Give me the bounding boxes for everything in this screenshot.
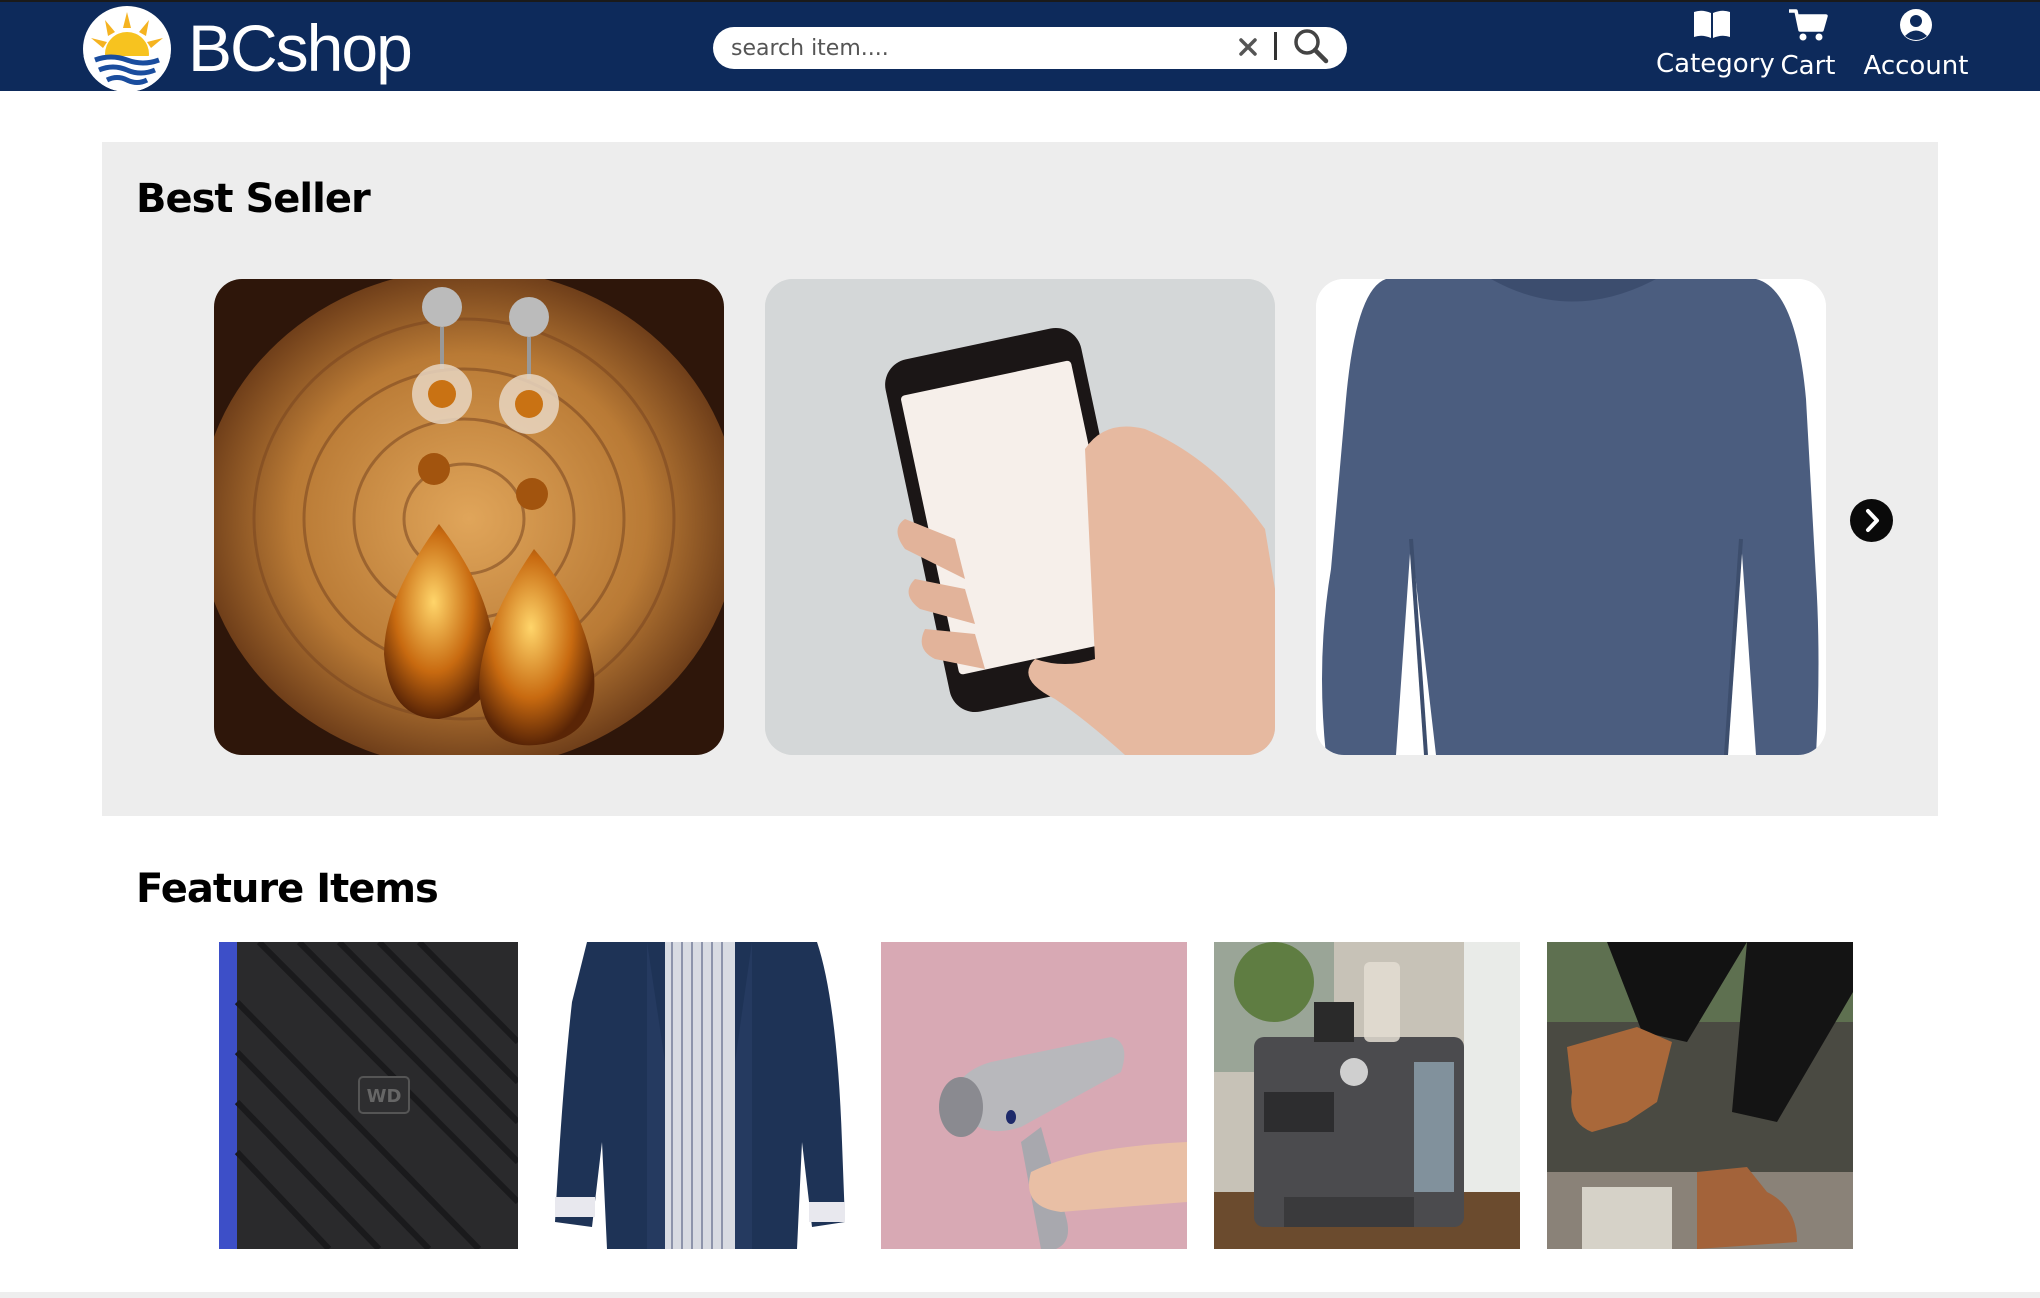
feature-item-espresso-machine[interactable] bbox=[1214, 942, 1520, 1249]
nav-cart[interactable]: Cart bbox=[1780, 8, 1836, 86]
carousel-next-button[interactable] bbox=[1850, 499, 1893, 542]
navy-jacket-image bbox=[547, 942, 852, 1249]
book-icon bbox=[1694, 10, 1730, 38]
nav-category[interactable]: Category bbox=[1656, 8, 1775, 86]
ankle-boots-image bbox=[1547, 942, 1853, 1249]
espresso-machine-image bbox=[1214, 942, 1520, 1249]
hard-drive-image: WD bbox=[219, 942, 518, 1249]
clear-search-icon[interactable] bbox=[1236, 28, 1260, 64]
nav-category-label: Category bbox=[1656, 49, 1775, 79]
feature-item-hard-drive[interactable]: WD bbox=[219, 942, 518, 1249]
nav-account[interactable]: Account bbox=[1846, 8, 1986, 86]
best-seller-item-shirt[interactable] bbox=[1316, 279, 1826, 755]
page-bottom-divider bbox=[0, 1292, 2040, 1298]
blue-shirt-image bbox=[1316, 279, 1826, 755]
nav-cart-label: Cart bbox=[1780, 51, 1836, 81]
best-seller-item-earrings[interactable] bbox=[214, 279, 724, 755]
best-seller-item-smartphone[interactable] bbox=[765, 279, 1275, 755]
cart-icon bbox=[1789, 9, 1828, 41]
search-divider bbox=[1274, 32, 1277, 60]
chevron-right-icon bbox=[1866, 509, 1879, 532]
feature-item-jacket[interactable] bbox=[547, 942, 852, 1249]
user-circle-icon bbox=[1900, 9, 1932, 41]
smartphone-image bbox=[765, 279, 1275, 755]
brand-name[interactable]: BCshop bbox=[188, 8, 413, 88]
search-input[interactable] bbox=[731, 33, 1231, 63]
nav-account-label: Account bbox=[1863, 51, 1969, 81]
amber-earrings-image bbox=[214, 279, 724, 755]
feature-items-title: Feature Items bbox=[136, 866, 439, 912]
search-icon[interactable] bbox=[1291, 26, 1331, 66]
sun-logo-icon[interactable] bbox=[83, 6, 171, 92]
svg-text:WD: WD bbox=[367, 1086, 402, 1107]
feature-item-ankle-boots[interactable] bbox=[1547, 942, 1853, 1249]
best-seller-title: Best Seller bbox=[136, 176, 371, 222]
feature-item-hair-dryer[interactable] bbox=[881, 942, 1187, 1249]
hair-dryer-image bbox=[881, 942, 1187, 1249]
